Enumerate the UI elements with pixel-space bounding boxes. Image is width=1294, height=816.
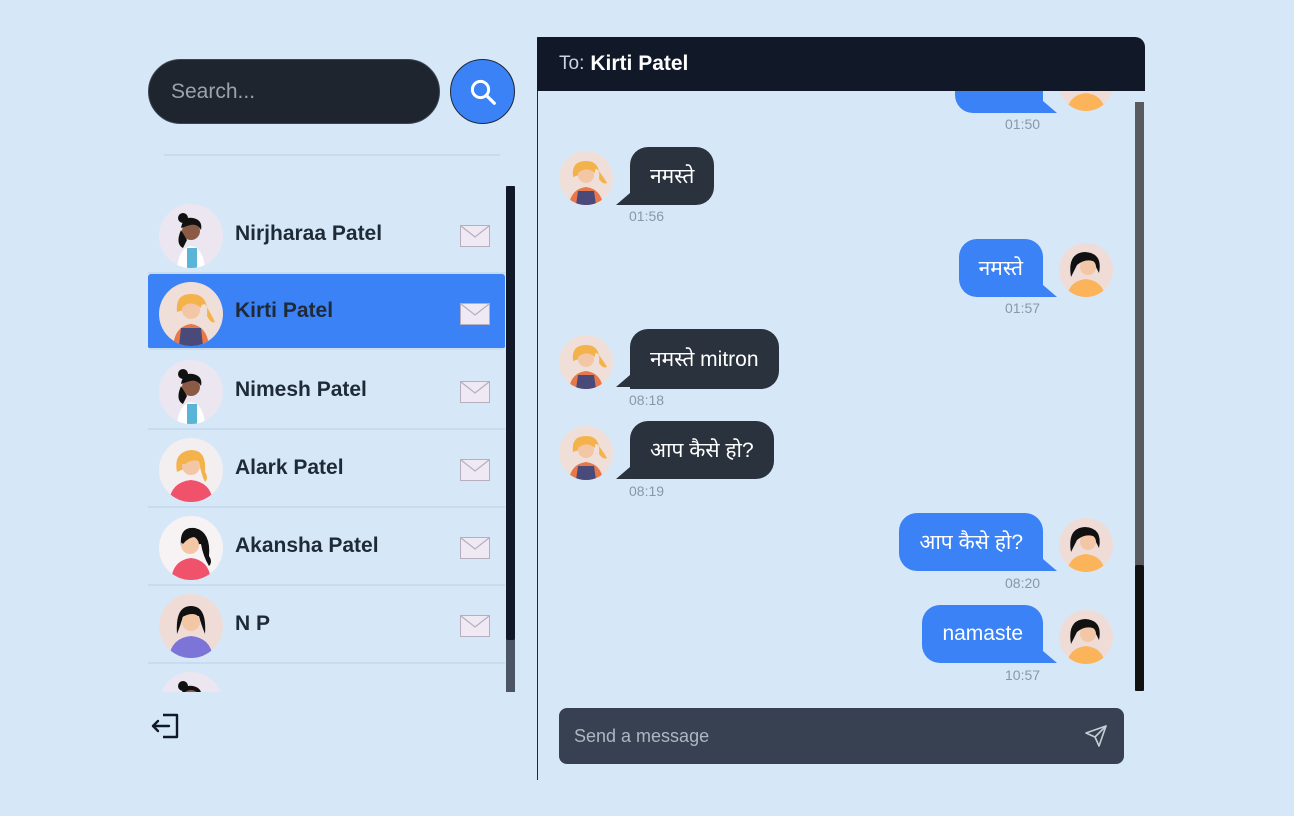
message-time: 10:57 xyxy=(1005,667,1041,683)
avatar xyxy=(159,360,223,424)
contact-item-nirjharaa-patel[interactable]: Nirjharaa Patel xyxy=(148,196,505,274)
contact-item-partial[interactable] xyxy=(148,664,505,692)
sidebar: Search... Nirjharaa Patel Kirti Patel Ni… xyxy=(148,58,518,758)
message-input[interactable]: Send a message xyxy=(559,708,1124,764)
bubble-tail xyxy=(1043,285,1057,297)
mail-icon xyxy=(460,615,490,637)
recipient-name: Kirti Patel xyxy=(590,52,689,75)
avatar xyxy=(559,151,613,205)
search-button[interactable] xyxy=(450,59,515,124)
message-time: 01:56 xyxy=(629,208,665,224)
avatar xyxy=(559,335,613,389)
contact-item-n-p[interactable]: N P xyxy=(148,586,505,664)
contact-name: N P xyxy=(235,612,271,635)
message-text: नमस्ते xyxy=(978,257,1023,280)
contact-list: Nirjharaa Patel Kirti Patel Nimesh Patel… xyxy=(148,196,505,692)
message-time: 08:19 xyxy=(629,483,665,499)
message-time: 01:50 xyxy=(1005,116,1041,132)
bubble-tail xyxy=(1043,651,1057,663)
contact-name: Akansha Patel xyxy=(235,534,379,557)
avatar xyxy=(159,438,223,502)
chat-panel: To: Kirti Patel 01:50 नमस्ते 01:56 नमस्त… xyxy=(537,37,1145,780)
contact-item-akansha-patel[interactable]: Akansha Patel xyxy=(148,508,505,586)
contact-name: Nirjharaa Patel xyxy=(235,222,383,245)
avatar xyxy=(159,516,223,580)
chat-scrollbar-thumb[interactable] xyxy=(1135,565,1144,691)
contact-name: Kirti Patel xyxy=(235,299,334,322)
send-icon[interactable] xyxy=(1084,724,1108,748)
mail-icon xyxy=(460,459,490,481)
message-text: आप कैसे हो? xyxy=(919,531,1023,554)
avatar xyxy=(159,282,223,346)
avatar xyxy=(159,204,223,268)
message-bubble-incoming: नमस्ते mitron xyxy=(630,329,779,389)
avatar xyxy=(1059,91,1113,111)
avatar xyxy=(559,426,613,480)
to-label: To: xyxy=(559,53,585,74)
message-text: नमस्ते xyxy=(650,165,695,188)
mail-icon xyxy=(460,303,490,325)
avatar xyxy=(159,594,223,658)
mail-icon xyxy=(460,381,490,403)
message-input-placeholder: Send a message xyxy=(574,725,710,746)
bubble-tail xyxy=(1043,101,1057,113)
search-input[interactable]: Search... xyxy=(148,59,440,124)
message-bubble-outgoing: namaste xyxy=(922,605,1043,663)
message-time: 08:20 xyxy=(1005,575,1041,591)
bubble-tail xyxy=(616,193,630,205)
avatar xyxy=(159,672,223,692)
message-time: 01:57 xyxy=(1005,300,1041,316)
message-text: नमस्ते mitron xyxy=(650,348,759,371)
sidebar-divider xyxy=(164,154,500,156)
contact-name: Alark Patel xyxy=(235,456,344,479)
bubble-tail xyxy=(616,375,630,387)
message-bubble-incoming: आप कैसे हो? xyxy=(630,421,774,479)
contact-item-alark-patel[interactable]: Alark Patel xyxy=(148,430,505,508)
contact-list-scrollbar-thumb[interactable] xyxy=(506,186,515,640)
message-bubble-outgoing: आप कैसे हो? xyxy=(899,513,1043,571)
avatar xyxy=(1059,518,1113,572)
message-time: 08:18 xyxy=(629,392,665,408)
chat-header: To: Kirti Patel xyxy=(537,37,1145,91)
search-placeholder: Search... xyxy=(171,80,256,103)
logout-icon[interactable] xyxy=(151,711,181,741)
bubble-tail xyxy=(616,467,630,479)
mail-icon xyxy=(460,537,490,559)
contact-item-kirti-patel[interactable]: Kirti Patel xyxy=(148,274,505,350)
search-icon xyxy=(470,79,496,105)
message-bubble-incoming: नमस्ते xyxy=(630,147,715,205)
message-text: आप कैसे हो? xyxy=(650,439,754,462)
message-bubble-outgoing: नमस्ते xyxy=(958,239,1043,297)
avatar xyxy=(1059,610,1113,664)
message-text: namaste xyxy=(942,622,1023,645)
bubble-tail xyxy=(1043,559,1057,571)
contact-item-nimesh-patel[interactable]: Nimesh Patel xyxy=(148,352,505,430)
avatar xyxy=(1059,243,1113,297)
mail-icon xyxy=(460,225,490,247)
message-bubble-outgoing xyxy=(955,91,1043,113)
contact-name: Nimesh Patel xyxy=(235,378,367,401)
message-list: 01:50 नमस्ते 01:56 नमस्ते 01:57 नमस्ते m… xyxy=(537,91,1145,691)
